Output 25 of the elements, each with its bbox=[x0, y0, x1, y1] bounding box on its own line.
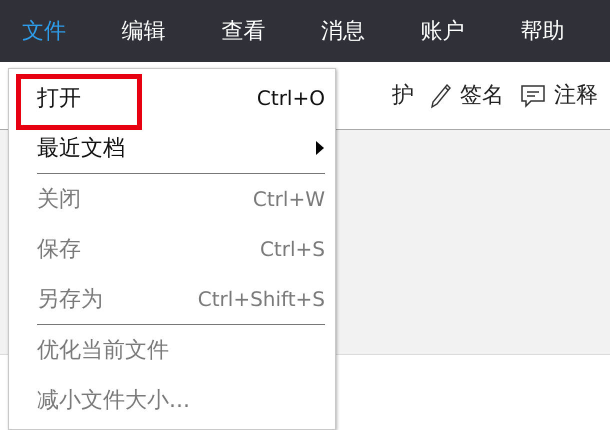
menu-item-label: 减小文件大小... bbox=[37, 386, 190, 414]
toolbar-button[interactable]: 签名 bbox=[430, 79, 504, 112]
menu-item[interactable]: 最近文档 bbox=[9, 123, 335, 173]
menu-item[interactable]: 打开 Ctrl+O bbox=[9, 73, 335, 123]
shortcut-text: Ctrl+Shift+S bbox=[198, 286, 325, 313]
menu-item[interactable]: 文件 bbox=[12, 14, 112, 48]
menu-item[interactable]: 查看 bbox=[211, 14, 312, 48]
shortcut-text: Ctrl+W bbox=[252, 186, 325, 213]
toolbar-button[interactable]: 注释 bbox=[520, 79, 598, 112]
menu-item-label: 关闭 bbox=[37, 186, 81, 214]
pen-icon bbox=[430, 82, 452, 108]
menu-item[interactable]: 消息 bbox=[311, 14, 411, 48]
shortcut-text: Ctrl+O bbox=[256, 85, 325, 112]
menu-item-label: 保存 bbox=[37, 236, 81, 264]
menu-item[interactable]: 账户 bbox=[410, 14, 510, 48]
menu-item-label: 另存为 bbox=[37, 286, 103, 314]
menu-item-label: 最近文档 bbox=[37, 134, 125, 162]
comment-icon bbox=[520, 84, 546, 108]
submenu-arrow-icon bbox=[315, 140, 325, 156]
menu-item[interactable]: 编辑 bbox=[112, 14, 212, 48]
menu-item[interactable]: 帮助 bbox=[510, 14, 610, 48]
shortcut-text: Ctrl+S bbox=[260, 236, 325, 263]
menu-item-label: 打开 bbox=[37, 84, 81, 112]
menu-item-label: 优化当前文件 bbox=[37, 336, 169, 364]
toolbar-label: 护 bbox=[392, 82, 414, 110]
